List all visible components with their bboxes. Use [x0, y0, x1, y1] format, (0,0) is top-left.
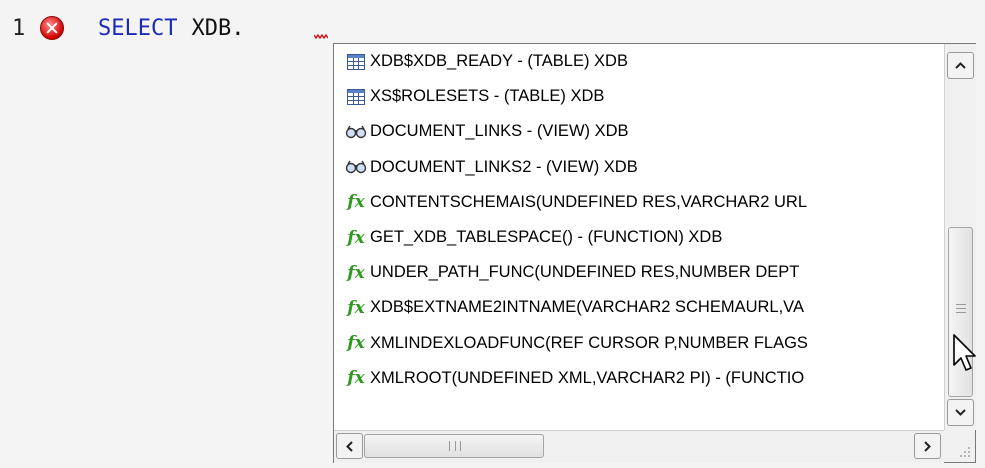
view-icon — [344, 158, 368, 176]
completion-item[interactable]: DOCUMENT_LINKS2 - (VIEW) XDB — [334, 150, 944, 185]
completion-item[interactable]: DOCUMENT_LINKS - (VIEW) XDB — [334, 114, 944, 149]
chevron-right-icon — [924, 440, 931, 452]
horizontal-scrollbar[interactable] — [334, 430, 944, 463]
sql-identifier[interactable]: XDB. — [191, 16, 244, 41]
autocomplete-popup[interactable]: XDB$XDB_READY - (TABLE) XDB XS$ROLESETS … — [333, 43, 976, 463]
completion-item[interactable]: fx CONTENTSCHEMAIS(UNDEFINED RES,VARCHAR… — [334, 185, 944, 220]
scroll-right-button[interactable] — [914, 433, 941, 459]
completion-label: XDB$EXTNAME2INTNAME(VARCHAR2 SCHEMAURL,V… — [370, 298, 804, 317]
function-icon: fx — [347, 368, 365, 389]
completion-label: XS$ROLESETS - (TABLE) XDB — [370, 87, 605, 106]
chevron-up-icon — [955, 62, 966, 69]
table-icon — [344, 88, 368, 106]
editor-line[interactable]: 1 SELECT XDB. — [12, 10, 244, 46]
completion-label: DOCUMENT_LINKS - (VIEW) XDB — [370, 122, 629, 141]
completion-label: UNDER_PATH_FUNC(UNDEFINED RES,NUMBER DEP… — [370, 263, 800, 282]
sql-keyword[interactable]: SELECT — [98, 16, 177, 41]
completion-label: XMLROOT(UNDEFINED XML,VARCHAR2 PI) - (FU… — [370, 368, 805, 387]
completion-item[interactable]: XDB$XDB_READY - (TABLE) XDB — [334, 44, 944, 79]
completion-label: DOCUMENT_LINKS2 - (VIEW) XDB — [370, 157, 638, 176]
chevron-down-icon — [955, 409, 966, 416]
horizontal-scroll-thumb[interactable] — [364, 434, 544, 458]
function-icon: fx — [347, 227, 365, 248]
view-icon — [344, 123, 368, 141]
mouse-pointer-icon — [953, 334, 976, 371]
scroll-left-button[interactable] — [336, 433, 363, 459]
table-icon — [344, 53, 368, 71]
chevron-left-icon — [346, 440, 353, 452]
resize-grip-icon[interactable] — [957, 444, 971, 458]
completion-list[interactable]: XDB$XDB_READY - (TABLE) XDB XS$ROLESETS … — [334, 44, 944, 430]
function-icon: fx — [347, 333, 365, 354]
completion-item[interactable]: fx UNDER_PATH_FUNC(UNDEFINED RES,NUMBER … — [334, 255, 944, 290]
function-icon: fx — [347, 262, 365, 283]
scroll-up-button[interactable] — [947, 52, 974, 79]
completion-label: GET_XDB_TABLESPACE() - (FUNCTION) XDB — [370, 228, 723, 247]
completion-item[interactable]: fx GET_XDB_TABLESPACE() - (FUNCTION) XDB — [334, 220, 944, 255]
scroll-down-button[interactable] — [947, 399, 974, 426]
function-icon: fx — [347, 192, 365, 213]
function-icon: fx — [347, 297, 365, 318]
error-squiggle — [314, 33, 328, 39]
completion-label: XDB$XDB_READY - (TABLE) XDB — [370, 52, 628, 71]
completion-label: CONTENTSCHEMAIS(UNDEFINED RES,VARCHAR2 U… — [370, 192, 807, 211]
completion-item[interactable]: XS$ROLESETS - (TABLE) XDB — [334, 79, 944, 114]
completion-item[interactable]: fx XDB$EXTNAME2INTNAME(VARCHAR2 SCHEMAUR… — [334, 290, 944, 325]
scrollbar-corner — [944, 430, 975, 462]
error-icon[interactable] — [40, 16, 64, 40]
completion-item[interactable]: fx XMLINDEXLOADFUNC(REF CURSOR P,NUMBER … — [334, 326, 944, 361]
completion-item[interactable]: fx XMLROOT(UNDEFINED XML,VARCHAR2 PI) - … — [334, 361, 944, 396]
line-number: 1 — [12, 15, 26, 41]
completion-label: XMLINDEXLOADFUNC(REF CURSOR P,NUMBER FLA… — [370, 333, 808, 352]
